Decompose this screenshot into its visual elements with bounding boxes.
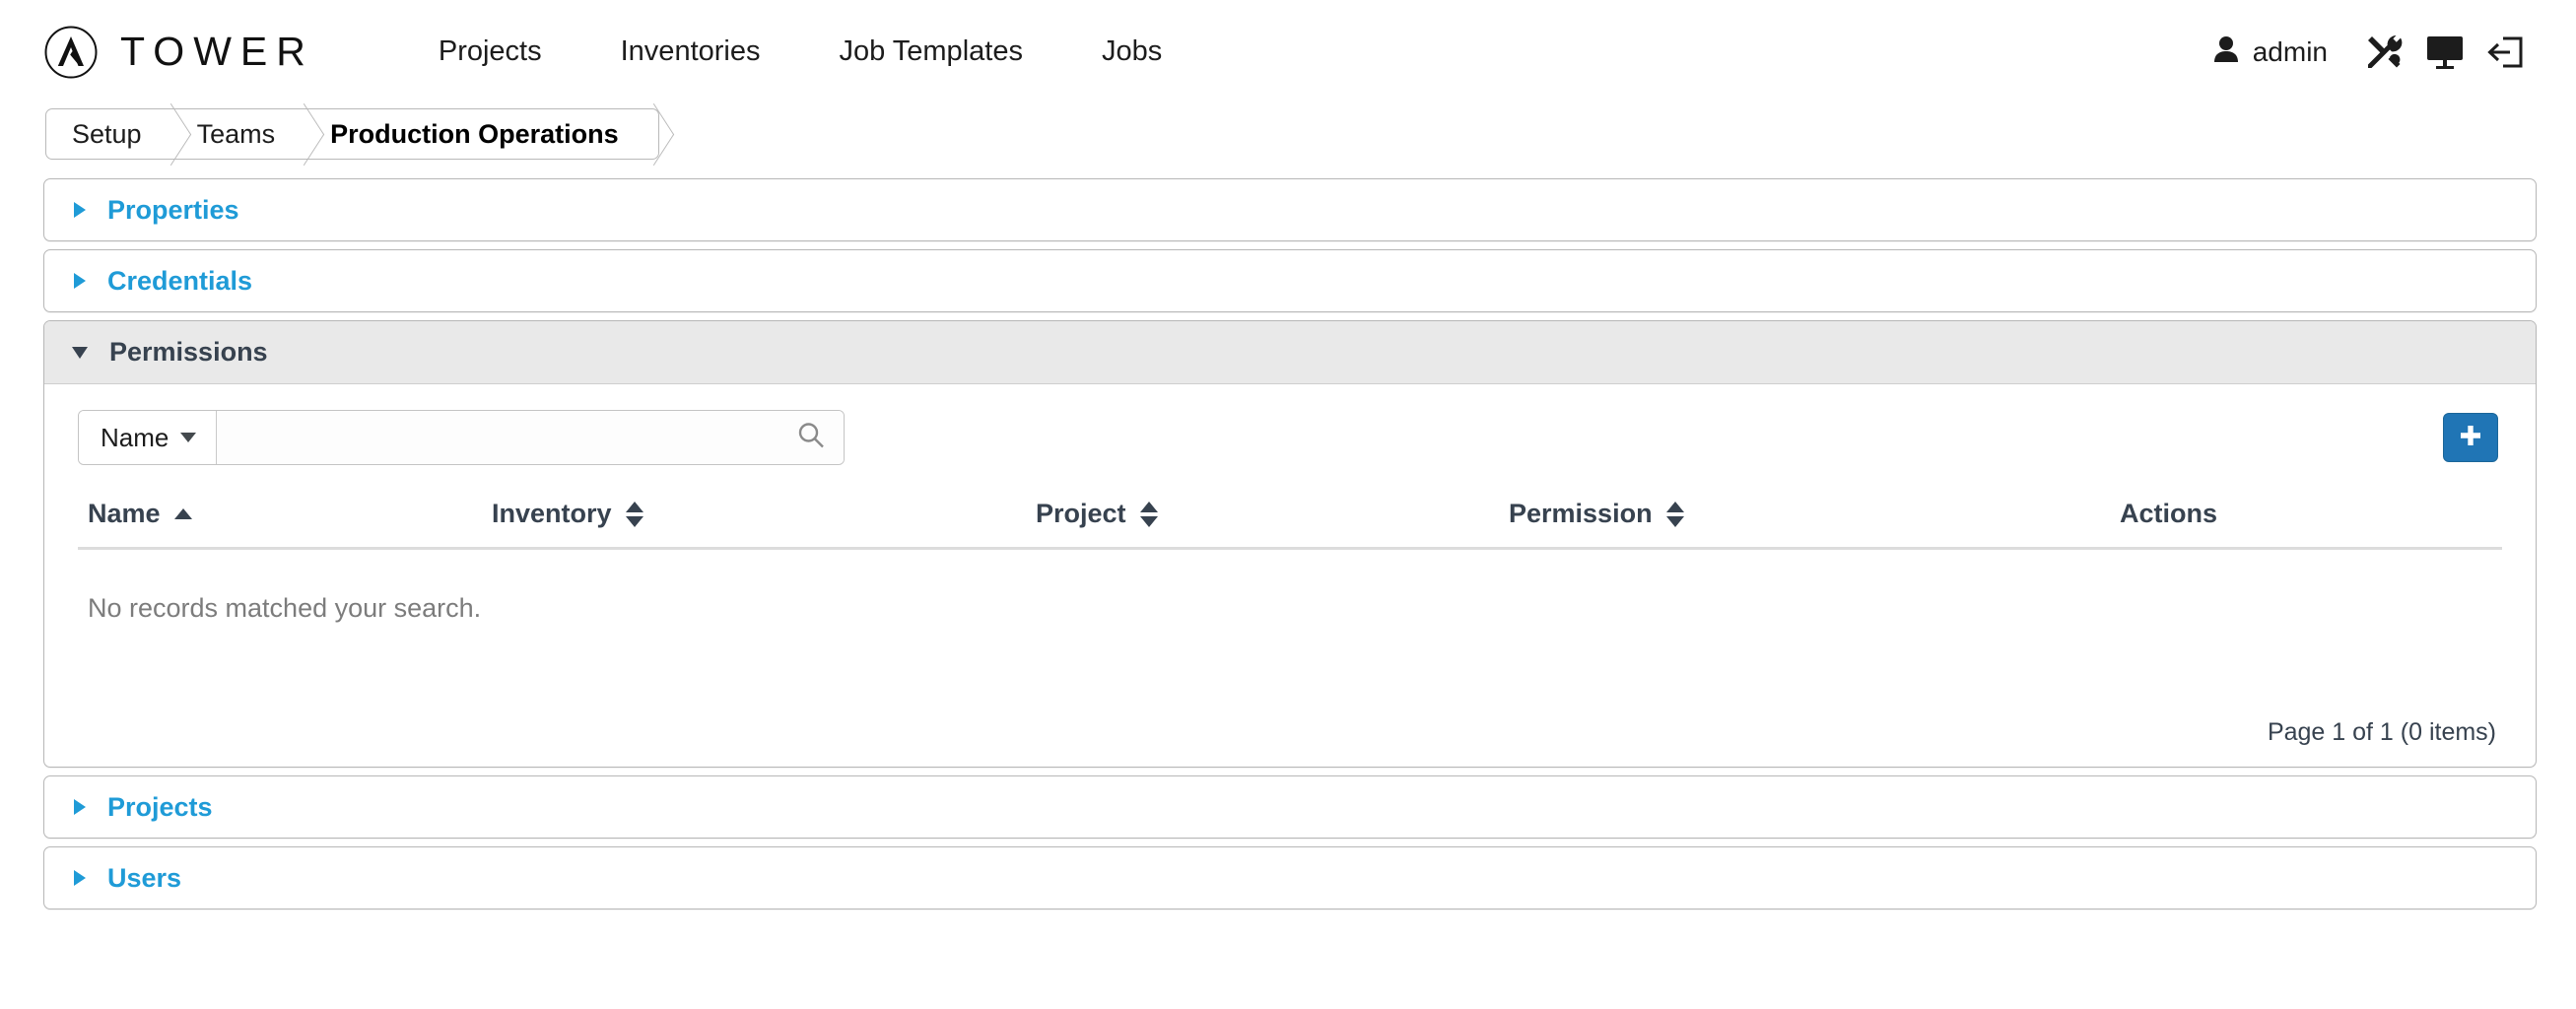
panel-header-projects[interactable]: Projects: [44, 776, 2536, 838]
panel-header-users[interactable]: Users: [44, 847, 2536, 908]
user-name: admin: [2252, 35, 2328, 67]
tools-icon[interactable]: [2353, 27, 2414, 78]
pagination-status: Page 1 of 1 (0 items): [2267, 718, 2496, 746]
chevron-down-icon: [180, 433, 197, 442]
column-header-inventory-label: Inventory: [492, 499, 612, 528]
sort-both-icon: [1665, 501, 1684, 527]
column-header-permission-label: Permission: [1509, 499, 1653, 528]
chevron-down-icon: [72, 346, 88, 359]
panel-properties: Properties: [43, 178, 2537, 241]
column-header-name-label: Name: [88, 499, 161, 528]
main-nav: Projects Inventories Job Templates Jobs: [399, 35, 1201, 68]
plus-icon: [2458, 423, 2483, 453]
search-group: Name: [78, 410, 845, 465]
breadcrumb-item-setup[interactable]: Setup: [46, 109, 175, 159]
nav-item-projects[interactable]: Projects: [399, 35, 581, 68]
nav-item-jobs[interactable]: Jobs: [1062, 35, 1201, 68]
panel-title-credentials: Credentials: [107, 265, 253, 296]
ansible-logo-icon: [43, 25, 99, 80]
permissions-toolbar: Name: [78, 410, 2502, 465]
breadcrumb-bar: Setup Teams Production Operations: [0, 103, 2576, 165]
panel-title-permissions: Permissions: [109, 337, 268, 367]
column-header-permission[interactable]: Permission: [1509, 499, 2120, 529]
brand-logo[interactable]: TOWER: [43, 25, 314, 80]
search-input[interactable]: [217, 411, 844, 464]
user-icon: [2213, 35, 2239, 68]
search-field-wrapper: [217, 411, 844, 464]
search-field-select-label: Name: [101, 422, 169, 452]
chevron-right-icon: [74, 870, 86, 886]
table-header-row: Name Inventory Project Permission Action…: [78, 499, 2502, 550]
panel-title-users: Users: [107, 862, 182, 893]
empty-state-message: No records matched your search.: [88, 593, 482, 623]
sort-asc-icon: [173, 508, 192, 519]
column-header-inventory[interactable]: Inventory: [492, 499, 1036, 529]
panel-users: Users: [43, 846, 2537, 909]
column-header-project-label: Project: [1036, 499, 1126, 528]
user-menu[interactable]: admin: [2213, 35, 2353, 68]
panel-header-properties[interactable]: Properties: [44, 179, 2536, 240]
add-permission-button[interactable]: [2443, 413, 2498, 462]
brand-name: TOWER: [120, 29, 314, 74]
column-header-name[interactable]: Name: [78, 499, 492, 529]
chevron-right-icon: [74, 799, 86, 815]
sort-both-icon: [625, 501, 644, 527]
column-header-actions: Actions: [2120, 499, 2217, 529]
chevron-right-icon: [74, 202, 86, 218]
chevron-right-icon: [74, 273, 86, 289]
breadcrumb-item-teams[interactable]: Teams: [175, 109, 309, 159]
nav-item-inventories[interactable]: Inventories: [581, 35, 800, 68]
breadcrumb: Setup Teams Production Operations: [45, 108, 659, 160]
column-header-actions-label: Actions: [2120, 499, 2218, 528]
permissions-body: Name Name Inventory Project Permission A…: [44, 384, 2536, 767]
table-footer: Page 1 of 1 (0 items): [78, 624, 2502, 747]
permissions-table: Name Inventory Project Permission Action…: [78, 499, 2502, 747]
panel-projects: Projects: [43, 775, 2537, 839]
search-field-select[interactable]: Name: [79, 411, 218, 464]
accordion-panels: Properties Credentials Permissions Name: [0, 165, 2576, 909]
nav-item-job-templates[interactable]: Job Templates: [799, 35, 1061, 68]
panel-header-credentials[interactable]: Credentials: [44, 250, 2536, 311]
breadcrumb-item-current: Production Operations: [308, 109, 658, 159]
column-header-project[interactable]: Project: [1036, 499, 1509, 529]
logout-icon[interactable]: [2475, 27, 2537, 78]
top-navbar: TOWER Projects Inventories Job Templates…: [0, 0, 2576, 103]
panel-title-properties: Properties: [107, 194, 239, 225]
panel-credentials: Credentials: [43, 249, 2537, 312]
panel-header-permissions[interactable]: Permissions: [44, 321, 2536, 384]
panel-permissions: Permissions Name Name Inventory Project …: [43, 320, 2537, 768]
navbar-right-actions: admin: [2213, 27, 2537, 78]
panel-title-projects: Projects: [107, 791, 213, 822]
monitor-icon[interactable]: [2414, 27, 2475, 78]
sort-both-icon: [1139, 501, 1158, 527]
